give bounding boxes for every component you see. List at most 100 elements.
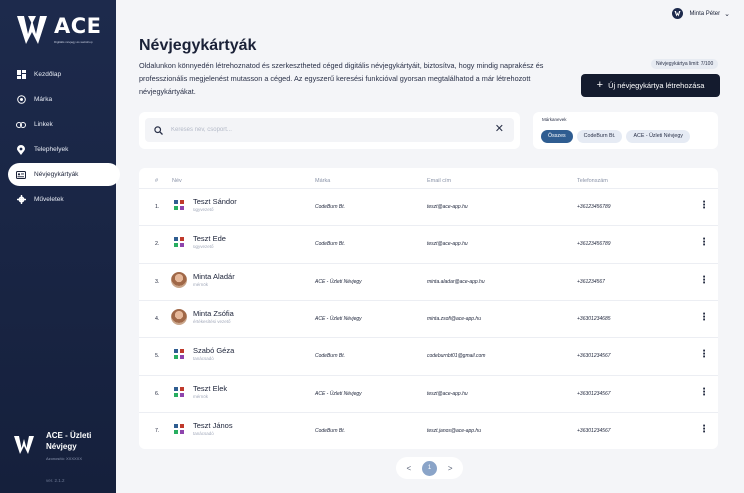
col-header-brand: Márka: [315, 178, 331, 184]
contact-phone: +361234567: [577, 278, 605, 285]
sidebar-item-label: Műveletek: [34, 196, 64, 203]
table-row[interactable]: 3. Minta Aladár mérnök ACE - Üzleti Névjegy…: [139, 262, 718, 300]
row-index: 6.: [155, 390, 160, 397]
next-page-button[interactable]: >: [448, 464, 453, 473]
filter-chip-codeburn[interactable]: CodeBurn Bt.: [576, 130, 623, 143]
card-limit-badge: Névjegykártya limit: 7/100: [651, 59, 719, 69]
contact-phone: +36301234685: [577, 315, 611, 322]
sidebar-item-label: Márka: [34, 96, 53, 103]
sidebar-item-label: Telephelyek: [34, 146, 69, 153]
dashboard-icon: [16, 70, 26, 80]
contact-email: minta.aladar@ace-app.hu: [427, 278, 485, 285]
row-index: 1.: [155, 204, 160, 210]
contact-brand: CodeBurn Bt.: [315, 353, 346, 360]
contact-name: Minta Aladár: [193, 271, 235, 281]
brand-filter-panel: Márkanevek Összes CodeBurn Bt. ACE - Üzl…: [533, 112, 718, 149]
row-menu-icon[interactable]: ⋮: [698, 235, 710, 251]
logo-tagline: Digitális névjegy és webshop: [54, 40, 93, 44]
sidebar-nav: Kezdőlap Márka Linkek Telephelyek Névjeg…: [0, 63, 120, 213]
col-header-index: #: [155, 178, 159, 184]
row-index: 3.: [155, 278, 160, 285]
pagination: < 1 >: [396, 457, 463, 479]
user-name: Minta Péter: [689, 10, 721, 17]
sidebar-item-locations[interactable]: Telephelyek: [8, 138, 110, 161]
table-header: # Név Márka Email cím Telefonszám: [139, 176, 718, 188]
col-header-name: Név: [172, 178, 182, 184]
app-version: ver. 2.1.2: [46, 478, 65, 483]
contact-email: codeburnbt01@gmail.com: [427, 353, 486, 360]
row-menu-icon[interactable]: ⋮: [698, 422, 710, 438]
page-button-current[interactable]: 1: [421, 460, 437, 476]
contact-brand: CodeBurn Bt.: [315, 204, 346, 210]
brand-icon: [16, 95, 26, 105]
app-logo[interactable]: ACE Digitális névjegy és webshop: [14, 12, 104, 50]
contact-email: teszt@ace-app.hu: [427, 204, 468, 210]
row-menu-icon[interactable]: ⋮: [698, 198, 710, 214]
brand-filter-chips: Összes CodeBurn Bt. ACE - Üzleti Névjegy: [541, 130, 694, 143]
sidebar-item-dashboard[interactable]: Kezdőlap: [8, 63, 110, 86]
create-card-label: Új névjegykártya létrehozása: [608, 81, 705, 90]
contact-name: Teszt Ede: [193, 234, 226, 244]
prev-page-button[interactable]: <: [406, 464, 411, 473]
business-cards-table: # Név Márka Email cím Telefonszám 1. Tesz…: [139, 168, 718, 449]
contact-phone: +36301234567: [577, 390, 611, 397]
contact-brand: ACE - Üzleti Névjegy: [315, 278, 362, 285]
contact-phone: +36123456789: [577, 204, 611, 210]
user-avatar: [672, 8, 684, 19]
contact-role: mérnök: [193, 281, 209, 287]
search-input[interactable]: [171, 127, 491, 133]
page-title: Névjegykártyák: [139, 37, 257, 54]
chevron-down-icon: ⌄: [724, 10, 730, 18]
contact-phone: +36301234567: [577, 353, 611, 360]
sidebar-item-links[interactable]: Linkek: [8, 113, 110, 136]
row-menu-icon[interactable]: ⋮: [698, 385, 710, 401]
contact-brand: CodeBurn Bt.: [315, 241, 346, 248]
search-panel: ✕: [139, 112, 520, 149]
avatar: [171, 421, 187, 437]
table-row[interactable]: 5. Szabó Géza tanácsadó CodeBurn Bt. codebur…: [139, 337, 718, 374]
sidebar-item-business-cards[interactable]: Névjegykártyák: [8, 163, 120, 186]
link-icon: [16, 120, 26, 130]
avatar: [171, 346, 187, 362]
avatar: [171, 271, 187, 288]
row-index: 7.: [155, 427, 160, 434]
ace-logo-icon: [17, 16, 47, 44]
contact-role: tanácsadó: [193, 430, 214, 436]
filter-chip-ace[interactable]: ACE - Üzleti Névjegy: [626, 130, 690, 143]
create-card-button[interactable]: + Új névjegykártya létrehozása: [581, 74, 720, 97]
contact-email: teszt@ace-app.hu: [427, 390, 468, 397]
contact-email: teszt@ace-app.hu: [427, 241, 468, 248]
row-menu-icon[interactable]: ⋮: [698, 273, 710, 289]
contact-role: értékesítési vezető: [193, 318, 231, 324]
row-menu-icon[interactable]: ⋮: [698, 310, 710, 326]
company-logo-icon: [12, 433, 36, 457]
company-id: Azonosító: XXXXXX: [46, 456, 83, 461]
contact-role: tanácsadó: [193, 356, 214, 362]
sidebar-item-operations[interactable]: Műveletek: [8, 188, 110, 211]
filter-chip-all[interactable]: Összes: [541, 130, 573, 143]
search-field: ✕: [145, 118, 514, 142]
table-row[interactable]: 2. Teszt Ede ügyvezető CodeBurn Bt. teszt@ac…: [139, 225, 718, 262]
table-row[interactable]: 4. Minta Zsófia értékesítési vezető ACE - Ü…: [139, 299, 718, 337]
user-menu[interactable]: Minta Péter ⌄: [672, 8, 730, 19]
sidebar-item-brand[interactable]: Márka: [8, 88, 110, 111]
brand-filter-label: Márkanevek: [542, 117, 567, 122]
company-panel[interactable]: ACE - Üzleti Névjegy Azonosító: XXXXXX v…: [12, 431, 112, 493]
table-row[interactable]: 7. Teszt János tanácsadó CodeBurn Bt. teszt.…: [139, 411, 718, 449]
avatar: [171, 197, 187, 213]
contact-brand: CodeBurn Bt.: [315, 427, 346, 434]
company-name: ACE - Üzleti Névjegy: [46, 431, 92, 451]
contact-brand: ACE - Üzleti Névjegy: [315, 390, 362, 397]
contact-phone: +36123456789: [577, 241, 611, 248]
contact-phone: +36301234567: [577, 427, 611, 434]
avatar: [171, 308, 187, 325]
contact-name: Szabó Géza: [193, 346, 235, 356]
row-menu-icon[interactable]: ⋮: [698, 347, 710, 363]
table-row[interactable]: 6. Teszt Elek mérnök ACE - Üzleti Névjegy te…: [139, 374, 718, 412]
row-index: 4.: [155, 315, 160, 322]
page-description: Oldalunkon könnyedén létrehoznatod és sz…: [139, 61, 544, 96]
search-icon: [154, 125, 163, 135]
clear-search-icon[interactable]: ✕: [495, 122, 504, 135]
col-header-email: Email cím: [427, 178, 452, 184]
table-row[interactable]: 1. Teszt Sándor ügyvezető CodeBurn Bt. teszt…: [139, 188, 718, 225]
